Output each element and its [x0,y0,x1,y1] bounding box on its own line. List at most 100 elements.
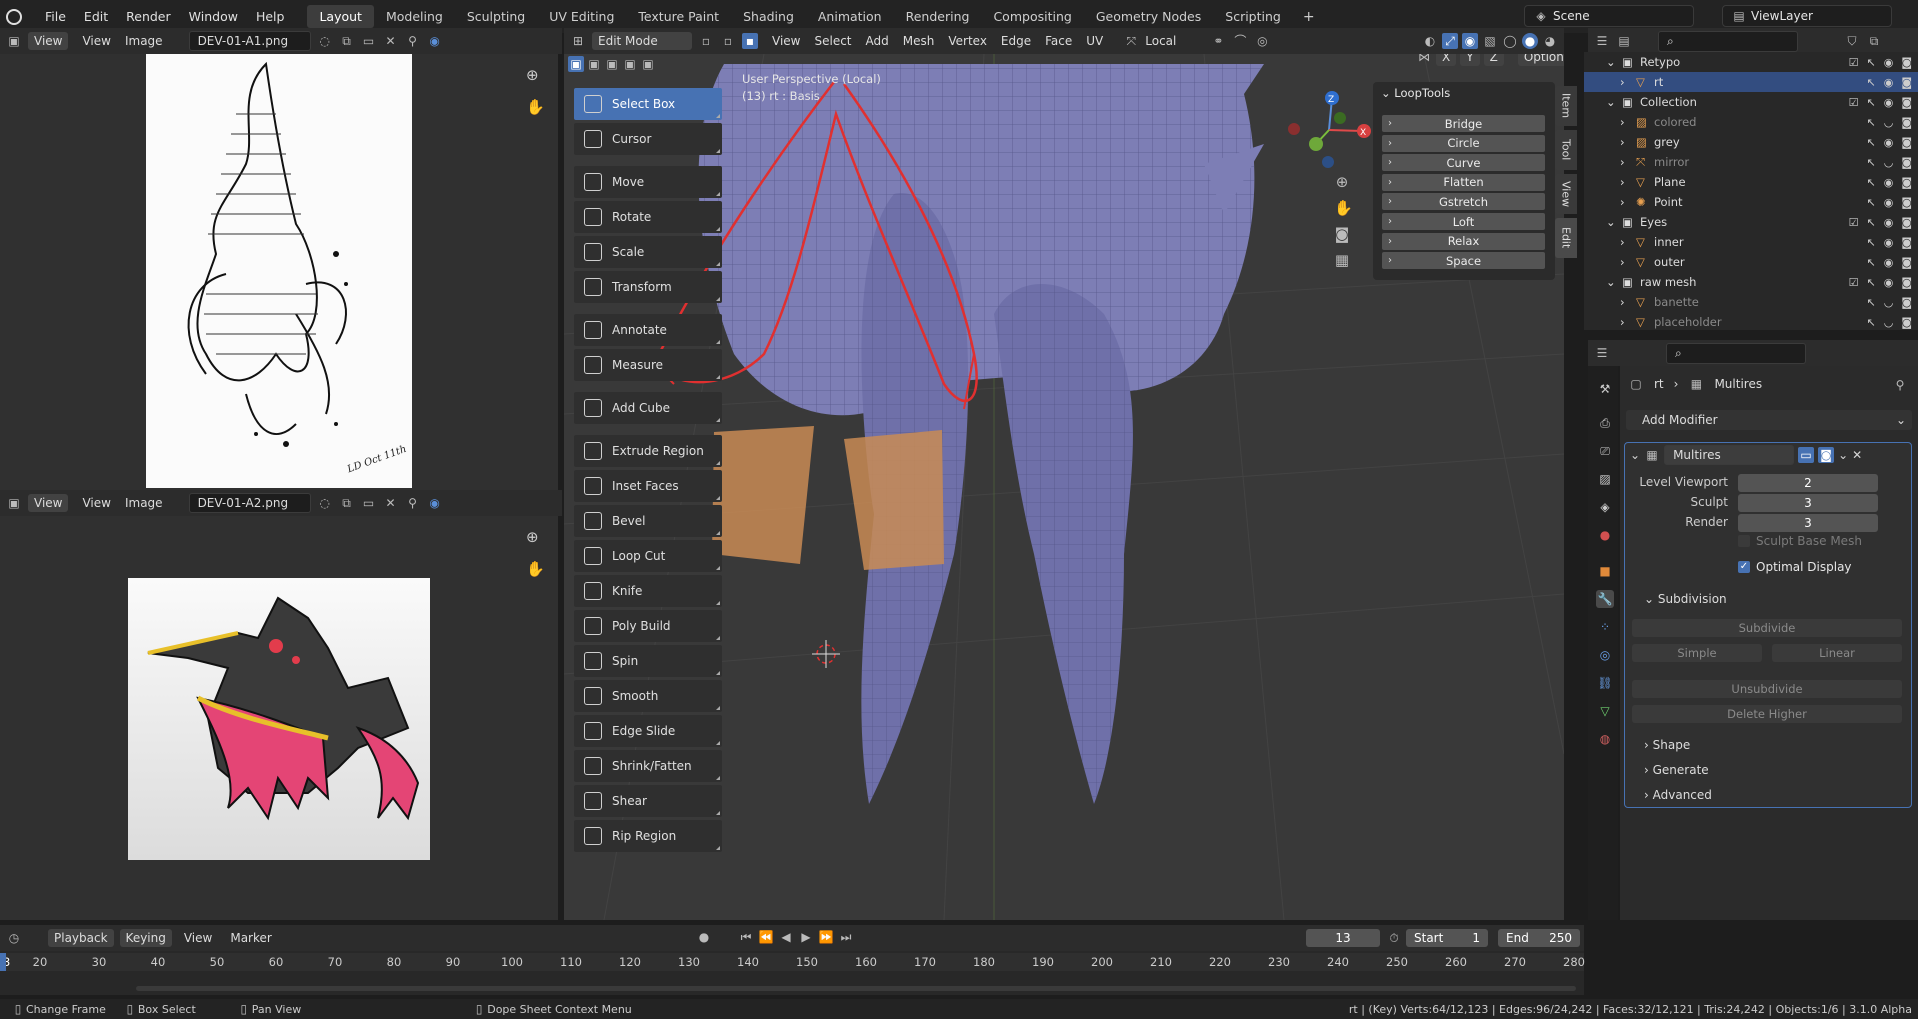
select-new-icon[interactable]: ▣ [568,56,584,72]
menu-file[interactable]: File [36,9,75,24]
select-subtract-icon[interactable]: ▣ [604,56,620,72]
viewport-menu-vertex[interactable]: Vertex [948,34,987,48]
tool-scale[interactable]: Scale [574,236,722,268]
scene-selector[interactable]: ◈ Scene [1524,5,1694,27]
select-icon[interactable]: ↖ [1866,96,1875,109]
solid-shading-icon[interactable]: ● [1522,33,1538,49]
visibility-icon[interactable]: ◐ [1422,33,1438,49]
image-name-field[interactable]: DEV-01-A1.png [188,31,311,51]
looptools-loft[interactable]: › Loft [1382,213,1545,230]
viewport-menu-edge[interactable]: Edge [1001,34,1031,48]
orientation-icon[interactable]: ⤧ [1123,33,1139,49]
viewport-menu-view[interactable]: View [772,34,800,48]
camera-icon[interactable]: ◙ [1901,156,1912,169]
menu-view[interactable]: View [82,496,110,510]
chevron-down-icon[interactable]: ⌄ [1606,55,1616,69]
outliner-item-collection[interactable]: ⌄ ▣ Collection ☑ ↖ ◉ ◙ [1584,92,1918,112]
looptools-circle[interactable]: › Circle [1382,134,1545,152]
render-field[interactable]: 3 [1738,514,1878,532]
material-tab-icon[interactable]: ◍ [1596,730,1614,748]
hand-pan-icon[interactable]: ✋ [526,560,545,578]
open-image-icon[interactable]: ▭ [361,495,377,511]
level-viewport-field[interactable]: 2 [1738,474,1878,492]
menu-edit[interactable]: Edit [75,9,117,24]
outliner-item-inner[interactable]: › ▽ inner ↖ ◉ ◙ [1584,232,1918,252]
tool-extrude-region[interactable]: Extrude Region [574,435,722,467]
xray-icon[interactable]: ▧ [1482,33,1498,49]
chevron-right-icon[interactable]: › [1620,195,1625,209]
tool-annotate[interactable]: Annotate [574,314,722,346]
tool-edge-slide[interactable]: Edge Slide [574,715,722,747]
play-reverse-icon[interactable]: ◀ [778,929,794,945]
checkbox-icon[interactable]: ☑ [1849,96,1859,109]
camera-icon[interactable]: ◙ [1901,296,1912,309]
new-collection-icon[interactable]: ⧉ [1866,33,1882,49]
camera-icon[interactable]: ◙ [1901,56,1912,69]
tool-add-cube[interactable]: Add Cube [574,392,722,424]
viewport-menu-mesh[interactable]: Mesh [903,34,935,48]
outliner-item-mirror[interactable]: › ⤧ mirror ↖ ◡ ◙ [1584,152,1918,172]
select-icon[interactable]: ↖ [1866,316,1875,329]
view-mode-dropdown[interactable]: View [28,32,69,50]
menu-marker[interactable]: Marker [230,931,271,945]
viewlayer-selector[interactable]: ▤ ViewLayer [1722,5,1892,27]
hand-pan-icon[interactable]: ✋ [1334,200,1353,216]
camera-icon[interactable]: ◙ [1901,136,1912,149]
pivot-icon[interactable]: ⚭ [1210,33,1226,49]
add-workspace-button[interactable]: + [1303,9,1315,25]
looptools-relax[interactable]: › Relax [1382,232,1545,250]
select-icon[interactable]: ↖ [1866,296,1875,309]
outliner-item-raw-mesh[interactable]: ⌄ ▣ raw mesh ☑ ↖ ◉ ◙ [1584,272,1918,292]
chevron-right-icon[interactable]: › [1620,155,1625,169]
tool-bevel[interactable]: Bevel [574,505,722,537]
tab-sculpting[interactable]: Sculpting [455,5,537,28]
wireframe-shading-icon[interactable]: ◯ [1502,33,1518,49]
keying-dropdown[interactable]: Keying [119,929,172,947]
tool-inset-faces[interactable]: Inset Faces [574,470,722,502]
play-icon[interactable]: ▶ [798,929,814,945]
tab-layout[interactable]: Layout [307,5,374,28]
outliner-item-banette[interactable]: › ▽ banette ↖ ◡ ◙ [1584,292,1918,312]
pin-icon[interactable]: ⚲ [1892,377,1908,393]
new-image-icon[interactable]: ⧉ [339,495,355,511]
chevron-right-icon[interactable]: › [1620,295,1625,309]
edge-select-icon[interactable]: ▫ [720,33,736,49]
looptools-bridge[interactable]: › Bridge [1382,115,1545,132]
image-editor-2-canvas[interactable]: ⊕ ✋ [0,516,558,920]
snap-icon[interactable]: ⌒ [1232,33,1248,49]
tool-knife[interactable]: Knife [574,575,722,607]
select-icon[interactable]: ↖ [1866,76,1875,89]
outliner-item-point[interactable]: › ✺ Point ↖ ◉ ◙ [1584,192,1918,212]
prev-keyframe-icon[interactable]: ⏪ [758,929,774,945]
menu-view[interactable]: View [184,931,212,945]
tool-smooth[interactable]: Smooth [574,680,722,712]
open-image-icon[interactable]: ▭ [361,33,377,49]
chevron-down-icon[interactable]: ⌄ [1838,448,1848,462]
simple-button[interactable]: Simple [1632,644,1762,662]
menu-image[interactable]: Image [125,34,163,48]
outliner-item-placeholder[interactable]: › ▽ placeholder ↖ ◡ ◙ [1584,312,1918,332]
chevron-down-icon[interactable]: ⌄ [1606,95,1616,109]
modifier-tab-icon[interactable]: 🔧 [1596,590,1614,608]
show-render-icon[interactable]: ◙ [1818,447,1835,463]
select-icon[interactable]: ↖ [1866,236,1875,249]
tool-measure[interactable]: Measure [574,349,722,381]
shape-section[interactable]: › Shape [1644,738,1690,752]
material-shading-icon[interactable]: ◕ [1542,33,1558,49]
tab-tool[interactable]: Tool [1555,130,1577,170]
select-invert-icon[interactable]: ▣ [622,56,638,72]
mirror-x-button[interactable]: X [1436,54,1457,66]
zoom-icon[interactable]: ⊕ [526,528,539,546]
tab-rendering[interactable]: Rendering [894,5,982,28]
eye-icon[interactable]: ◡ [1884,296,1894,309]
camera-icon[interactable]: ◙ [1901,256,1912,269]
tool-shrink-fatten[interactable]: Shrink/Fatten [574,750,722,782]
select-icon[interactable]: ↖ [1866,216,1875,229]
camera-icon[interactable]: ◙ [1901,196,1912,209]
constraints-tab-icon[interactable]: ⛓ [1596,674,1614,692]
editor-type-icon[interactable]: ☰ [1594,33,1610,49]
tool-spin[interactable]: Spin [574,645,722,677]
tool-rotate[interactable]: Rotate [574,201,722,233]
subdivide-button[interactable]: Subdivide [1632,619,1902,637]
fake-user-icon[interactable]: ◌ [317,33,333,49]
